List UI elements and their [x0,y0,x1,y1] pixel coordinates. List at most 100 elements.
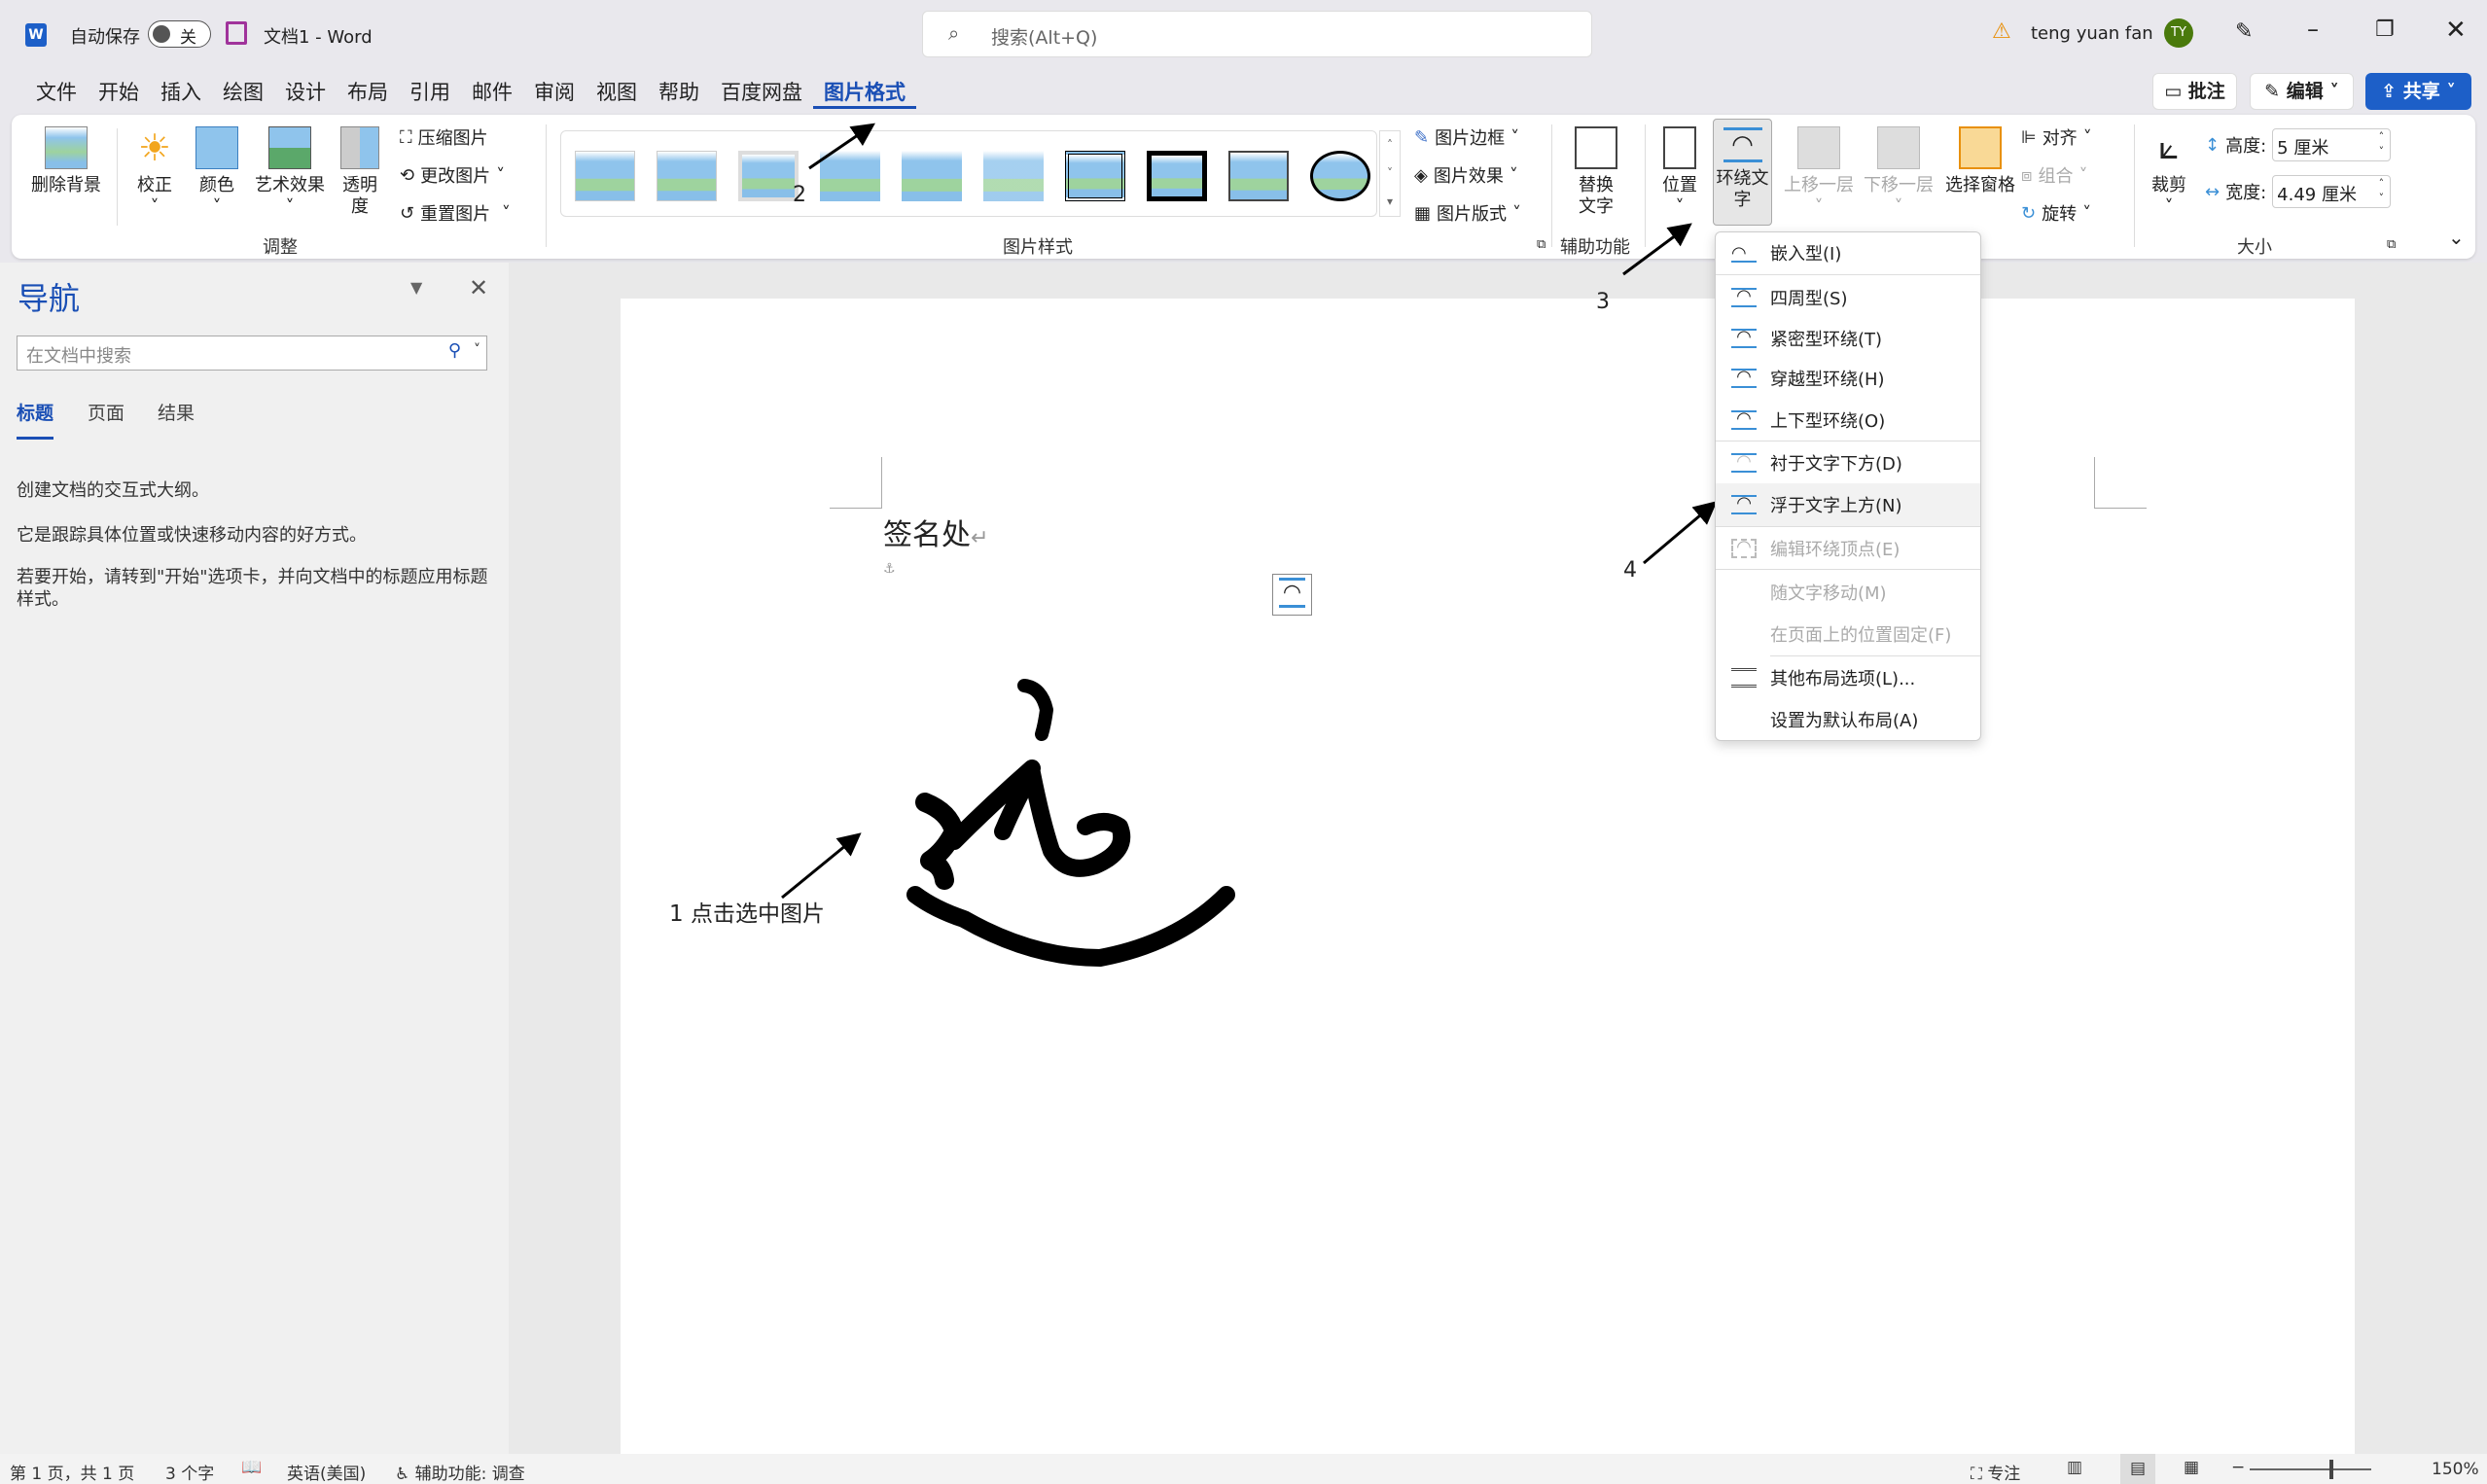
position-button[interactable]: 位置 ˅ [1655,126,1704,218]
remove-background-button[interactable]: 删除背景 [31,126,101,196]
print-layout-icon[interactable]: ▤ [2120,1454,2155,1484]
nav-tab-results[interactable]: 结果 [158,399,195,425]
menu-item-inline[interactable]: ◠ 嵌入型(I) [1716,232,1980,273]
edit-button[interactable]: ✎ 编辑 ˅ [2250,73,2354,110]
comment-button[interactable]: ▭ 批注 [2152,73,2237,110]
signature-image[interactable] [896,666,1246,987]
nav-search-input[interactable]: 在文档中搜索 ⚲ ˅ [17,336,487,371]
document-page[interactable]: 签名处↵ ⚓ ◠ [621,299,2355,1466]
zoom-out-icon[interactable]: − [2231,1458,2245,1477]
menu-item-square[interactable]: ◠ 四周型(S) [1716,277,1980,318]
style-thumbnail[interactable] [1310,151,1370,201]
chevron-down-icon[interactable]: ˅ [474,342,480,358]
search-box[interactable]: ⌕ 搜索(Alt+Q) [922,11,1592,57]
menu-item-top-bottom[interactable]: ◠ 上下型环绕(O) [1716,400,1980,441]
tab-layout[interactable]: 布局 [337,76,399,109]
style-thumbnail[interactable] [1228,151,1289,201]
tab-baidu-netdisk[interactable]: 百度网盘 [710,76,813,109]
selection-pane-button[interactable]: 选择窗格 [1943,126,2017,196]
zoom-level[interactable]: 150% [2432,1460,2479,1479]
navigation-pane: 导航 ▼ ✕ 在文档中搜索 ⚲ ˅ 标题 页面 结果 创建文档的交互式大纲。 它… [0,263,509,1454]
compress-icon: ⛶ [400,126,412,148]
wrap-text-button[interactable]: ◠ 环绕文字 [1713,119,1772,226]
close-icon[interactable]: ✕ [2445,16,2467,45]
style-thumbnail[interactable] [1147,151,1207,201]
nav-options-icon[interactable]: ▼ [410,278,422,297]
compress-pictures-button[interactable]: ⛶ 压缩图片 [400,124,488,150]
menu-item-more-layout-options[interactable]: 其他布局选项(L)... [1716,657,1980,698]
web-layout-icon[interactable]: ▦ [2184,1458,2199,1477]
artistic-effects-button[interactable]: 艺术效果 ˅ [251,126,329,218]
height-input[interactable]: 5 厘米 ˄ ˅ [2272,128,2392,161]
height-spinner[interactable]: ˄ ˅ [2379,129,2385,159]
zoom-slider-thumb[interactable] [2329,1460,2333,1479]
language[interactable]: 英语(美国) [287,1460,366,1484]
menu-item-through[interactable]: ◠ 穿越型环绕(H) [1716,358,1980,399]
pen-icon[interactable]: ✎ [2235,19,2253,44]
proofing-icon[interactable]: 📖 [241,1458,262,1477]
menu-item-behind-text[interactable]: ◠ 衬于文字下方(D) [1716,442,1980,483]
corrections-button[interactable]: ☀ 校正 ˅ [130,126,179,218]
read-mode-icon[interactable]: ▥ [2067,1458,2082,1477]
menu-item-set-default[interactable]: 设置为默认布局(A) [1716,699,1980,740]
dialog-launcher-icon[interactable]: ⧉ [1537,237,1545,252]
minimize-icon[interactable]: – [2307,16,2319,43]
avatar[interactable]: TY [2164,18,2193,48]
search-icon[interactable]: ⚲ [448,340,461,361]
size-dialog-launcher-icon[interactable]: ⧉ [2387,237,2396,252]
focus-button[interactable]: ⛶ 专注 [1971,1460,2020,1484]
change-picture-button[interactable]: ⟲ 更改图片 ˅ [400,162,505,188]
tab-references[interactable]: 引用 [399,76,461,109]
color-button[interactable]: 颜色 ˅ [193,126,241,218]
tab-help[interactable]: 帮助 [648,76,710,109]
collapse-ribbon-icon[interactable]: ⌄ [2448,226,2465,249]
style-thumbnail[interactable] [902,151,962,201]
menu-item-in-front-of-text[interactable]: ◠ 浮于文字上方(N) [1716,483,1980,526]
crop-button[interactable]: ⟀ 裁剪 ˅ [2148,126,2190,218]
accessibility-status[interactable]: ♿ 辅助功能: 调查 [395,1460,525,1484]
style-thumbnail[interactable] [1065,151,1125,201]
tab-mailings[interactable]: 邮件 [461,76,523,109]
width-spinner[interactable]: ˄ ˅ [2379,176,2385,205]
tab-picture-format[interactable]: 图片格式 [813,76,916,109]
menu-item-edit-wrap-points: ◠ 编辑环绕顶点(E) [1716,528,1980,569]
word-count[interactable]: 3 个字 [165,1460,214,1484]
menu-item-tight[interactable]: ◠ 紧密型环绕(T) [1716,318,1980,359]
alt-text-button[interactable]: 替换文字 [1568,126,1624,218]
transparency-button[interactable]: 透明度 [338,126,381,218]
width-input[interactable]: 4.49 厘米 ˄ ˅ [2272,175,2392,208]
reset-picture-button[interactable]: ↺ 重置图片 ˅ [400,200,511,226]
picture-effects-button[interactable]: ◈ 图片效果 ˅ [1414,162,1518,188]
layout-options-icon[interactable]: ◠ [1272,574,1312,616]
autosave-toggle[interactable]: 关 [148,20,211,48]
nav-tab-pages[interactable]: 页面 [88,399,124,425]
style-thumbnail[interactable] [820,151,880,201]
style-thumbnail[interactable] [657,151,717,201]
nav-tab-headings[interactable]: 标题 [17,399,54,440]
tab-insert[interactable]: 插入 [150,76,212,109]
style-thumbnail[interactable] [575,151,635,201]
share-button[interactable]: ⇪ 共享 ˅ [2365,73,2471,110]
user-name[interactable]: teng yuan fan [2031,23,2153,44]
picture-layout-button[interactable]: ▦ 图片版式 ˅ [1414,200,1521,226]
tab-file[interactable]: 文件 [25,76,88,109]
tab-draw[interactable]: 绘图 [212,76,274,109]
gallery-scroll[interactable]: ˄ ˅ ▾ [1379,130,1401,217]
style-thumbnail[interactable] [738,151,799,201]
tab-home[interactable]: 开始 [88,76,150,109]
align-button[interactable]: ⊫ 对齐 ˅ [2021,124,2092,150]
tab-design[interactable]: 设计 [274,76,337,109]
rotate-button[interactable]: ↻ 旋转 ˅ [2021,200,2091,226]
accessibility-text: 辅助功能: 调查 [414,1465,525,1484]
nav-close-icon[interactable]: ✕ [469,274,488,301]
tab-review[interactable]: 审阅 [523,76,586,109]
style-thumbnail[interactable] [983,151,1044,201]
save-icon[interactable] [226,21,247,45]
zoom-slider[interactable] [2250,1460,2371,1479]
comment-icon: ▭ [2164,81,2183,102]
page-count[interactable]: 第 1 页，共 1 页 [10,1460,134,1484]
warning-icon[interactable]: ⚠ [1992,19,2011,44]
tab-view[interactable]: 视图 [586,76,648,109]
restore-icon[interactable]: ❐ [2375,18,2395,42]
picture-border-button[interactable]: ✎ 图片边框 ˅ [1414,124,1519,150]
